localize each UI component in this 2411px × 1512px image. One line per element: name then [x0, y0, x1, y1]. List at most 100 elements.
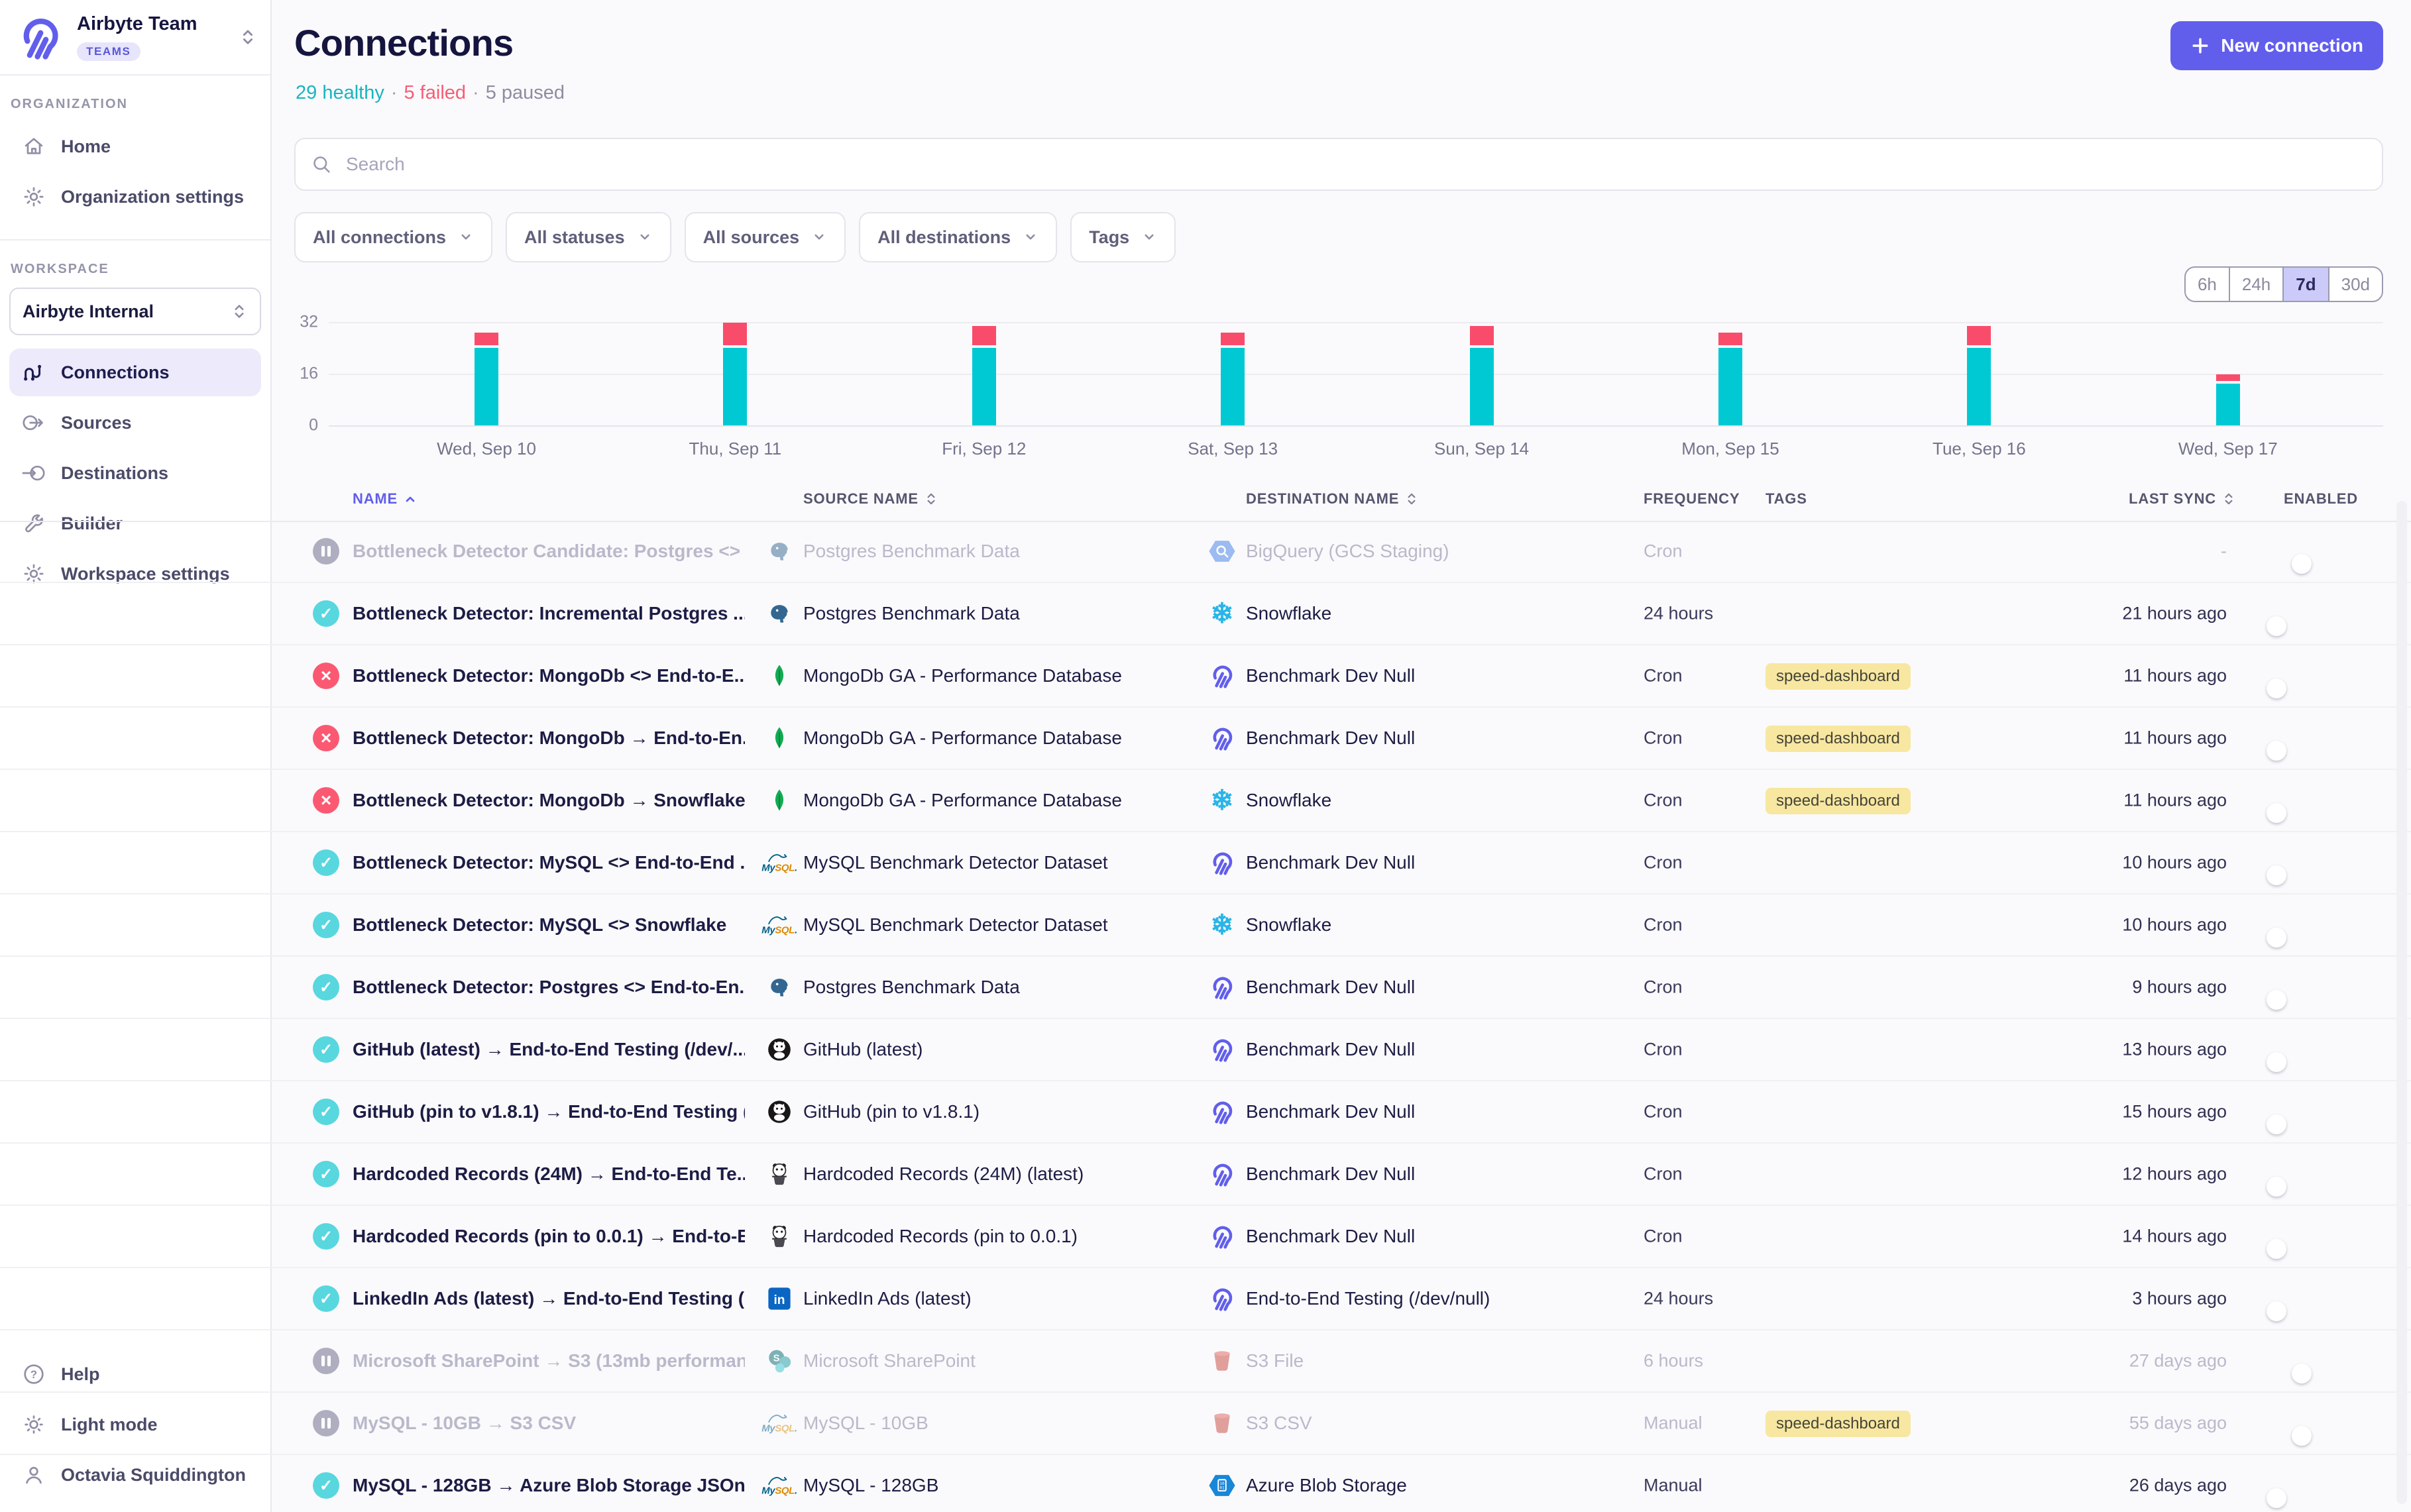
column-header-label: FREQUENCY	[1644, 490, 1740, 508]
column-header-source-name[interactable]: SOURCE NAME	[803, 490, 938, 508]
chart-x-tick: Wed, Sep 17	[2135, 439, 2321, 459]
tags-cell: speed-dashboard	[1766, 786, 1911, 814]
scrollbar[interactable]	[2396, 501, 2407, 1504]
stat-healthy: 29 healthy	[296, 82, 384, 103]
destination-name: Azure Blob Storage	[1246, 1475, 1407, 1496]
table-row[interactable]: ✓Bottleneck Detector: Incremental Postgr…	[0, 583, 2411, 645]
table-row[interactable]: ✓Hardcoded Records (pin to 0.0.1) → End-…	[0, 1206, 2411, 1268]
column-header-last-sync[interactable]: LAST SYNC	[2004, 490, 2236, 508]
airbyte-icon	[1206, 1036, 1238, 1063]
status-success-icon: ✓	[313, 1161, 339, 1187]
destination-name: Snowflake	[1246, 914, 1331, 936]
destination-name: Benchmark Dev Null	[1246, 977, 1415, 998]
org-switcher[interactable]: Airbyte Team TEAMS	[0, 0, 270, 76]
connection-name: Bottleneck Detector: Postgres <> End-to-…	[353, 977, 745, 998]
table-row[interactable]: ×Bottleneck Detector: MongoDb → End-to-E…	[0, 708, 2411, 770]
time-range-30d[interactable]: 30d	[2329, 268, 2382, 301]
column-header-label: LAST SYNC	[2129, 490, 2216, 508]
chevron-updown-icon	[239, 28, 257, 46]
column-header-label: TAGS	[1766, 490, 1807, 508]
chart-gridline	[329, 374, 2383, 375]
mongodb-icon	[763, 786, 795, 814]
sidebar-item-organization-settings[interactable]: Organization settings	[9, 173, 261, 221]
filter-tags[interactable]: Tags	[1070, 212, 1176, 262]
chart-gridline	[329, 425, 2383, 427]
table-row[interactable]: ✓GitHub (latest) → End-to-End Testing (/…	[0, 1019, 2411, 1081]
table-row[interactable]: ✓MySQL - 128GB → Azure Blob Storage JSOn…	[0, 1455, 2411, 1512]
chart-gridline	[329, 322, 2383, 323]
time-range-6h[interactable]: 6h	[2186, 268, 2230, 301]
chart-y-tick: 16	[273, 364, 318, 384]
chart-x-tick: Sun, Sep 14	[1389, 439, 1575, 459]
new-connection-button[interactable]: New connection	[2170, 21, 2383, 70]
sync-history-chart: 32160	[0, 318, 2411, 440]
svg-text:S: S	[773, 1354, 780, 1364]
source-name: LinkedIn Ads (latest)	[803, 1288, 972, 1309]
table-header: NAME SOURCE NAME DESTINATION NAME FREQUENCY…	[0, 485, 2411, 522]
table-row[interactable]: Microsoft SharePoint → S3 (13mb performa…	[0, 1330, 2411, 1393]
airbyte-icon	[1206, 724, 1238, 752]
chart-x-tick: Sat, Sep 13	[1140, 439, 1325, 459]
connection-stats: 29 healthy·5 failed·5 paused	[296, 82, 565, 104]
filter-all-statuses[interactable]: All statuses	[506, 212, 671, 262]
last-sync-value: 15 hours ago	[1975, 1102, 2227, 1122]
postgres-icon	[763, 600, 795, 627]
source-name: GitHub (latest)	[803, 1039, 923, 1060]
workspace-section-label: WORKSPACE	[11, 262, 270, 277]
time-range-selector: 6h24h7d30d	[2184, 266, 2383, 302]
filter-all-destinations[interactable]: All destinations	[859, 212, 1057, 262]
chart-bar-failed	[972, 326, 996, 345]
table-row[interactable]: MySQL - 10GB → S3 CSVMySQL.MySQL - 10GBS…	[0, 1393, 2411, 1455]
search-input[interactable]	[343, 152, 2367, 176]
airbyte-icon	[1206, 1285, 1238, 1313]
nav-item-label: Destinations	[61, 463, 168, 484]
table-row[interactable]: ×Bottleneck Detector: MongoDb <> End-to-…	[0, 645, 2411, 708]
airbyte-app: Airbyte Team TEAMS ORGANIZATION Home Org…	[0, 0, 2411, 1512]
source-name: MySQL Benchmark Detector Dataset	[803, 852, 1108, 873]
chart-y-tick: 32	[273, 313, 318, 332]
frequency-value: Cron	[1644, 666, 1683, 686]
last-sync-value: 13 hours ago	[1975, 1040, 2227, 1060]
snowflake-icon: ❄	[1206, 786, 1238, 814]
sort-icon	[2221, 492, 2236, 506]
connection-name: GitHub (pin to v1.8.1) → End-to-End Test…	[353, 1101, 745, 1122]
column-header-destination-name[interactable]: DESTINATION NAME	[1246, 490, 1419, 508]
last-sync-value: 27 days ago	[1975, 1351, 2227, 1372]
source-name: MongoDb GA - Performance Database	[803, 790, 1122, 811]
filter-all-connections[interactable]: All connections	[294, 212, 492, 262]
table-row[interactable]: ✓Bottleneck Detector: MySQL <> End-to-En…	[0, 832, 2411, 894]
chart-bar-failed	[723, 323, 747, 345]
frequency-value: Cron	[1644, 541, 1683, 562]
connection-name: MySQL - 128GB → Azure Blob Storage JSOn …	[353, 1475, 745, 1496]
table-row[interactable]: ×Bottleneck Detector: MongoDb → Snowflak…	[0, 770, 2411, 832]
last-sync-value: 26 days ago	[1975, 1476, 2227, 1496]
chart-bar-succeeded	[2216, 384, 2240, 425]
time-range-7d[interactable]: 7d	[2284, 268, 2329, 301]
table-row[interactable]: ✓Bottleneck Detector: MySQL <> Snowflake…	[0, 894, 2411, 957]
source-name: Postgres Benchmark Data	[803, 977, 1020, 998]
destination-name: Benchmark Dev Null	[1246, 665, 1415, 686]
status-paused-icon	[313, 1410, 339, 1436]
time-range-24h[interactable]: 24h	[2230, 268, 2284, 301]
column-header-name[interactable]: NAME	[353, 490, 418, 508]
filter-all-sources[interactable]: All sources	[685, 212, 846, 262]
gear-icon	[21, 184, 46, 209]
column-header-tags[interactable]: TAGS	[1766, 490, 1807, 508]
sidebar-item-home[interactable]: Home	[9, 123, 261, 170]
nav-item-label: Organization settings	[61, 187, 244, 207]
connection-name: Bottleneck Detector: MongoDb → Snowflake	[353, 790, 745, 811]
table-row[interactable]: Bottleneck Detector Candidate: Postgres …	[0, 521, 2411, 583]
chart-bar-succeeded	[475, 348, 498, 425]
org-name: Airbyte Team	[77, 13, 227, 35]
connection-name: Bottleneck Detector: MongoDb <> End-to-E…	[353, 665, 745, 686]
destination-name: BigQuery (GCS Staging)	[1246, 541, 1449, 562]
table-row[interactable]: ✓Hardcoded Records (24M) → End-to-End Te…	[0, 1144, 2411, 1206]
table-row[interactable]: ✓GitHub (pin to v1.8.1) → End-to-End Tes…	[0, 1081, 2411, 1144]
snowflake-icon: ❄	[1206, 600, 1238, 627]
chart-bar-failed	[1470, 326, 1494, 345]
column-header-frequency[interactable]: FREQUENCY	[1644, 490, 1740, 508]
last-sync-value: 9 hours ago	[1975, 977, 2227, 998]
table-row[interactable]: ✓Bottleneck Detector: Postgres <> End-to…	[0, 957, 2411, 1019]
table-row[interactable]: ✓LinkedIn Ads (latest) → End-to-End Test…	[0, 1268, 2411, 1330]
column-header-enabled[interactable]: ENABLED	[2284, 490, 2358, 508]
